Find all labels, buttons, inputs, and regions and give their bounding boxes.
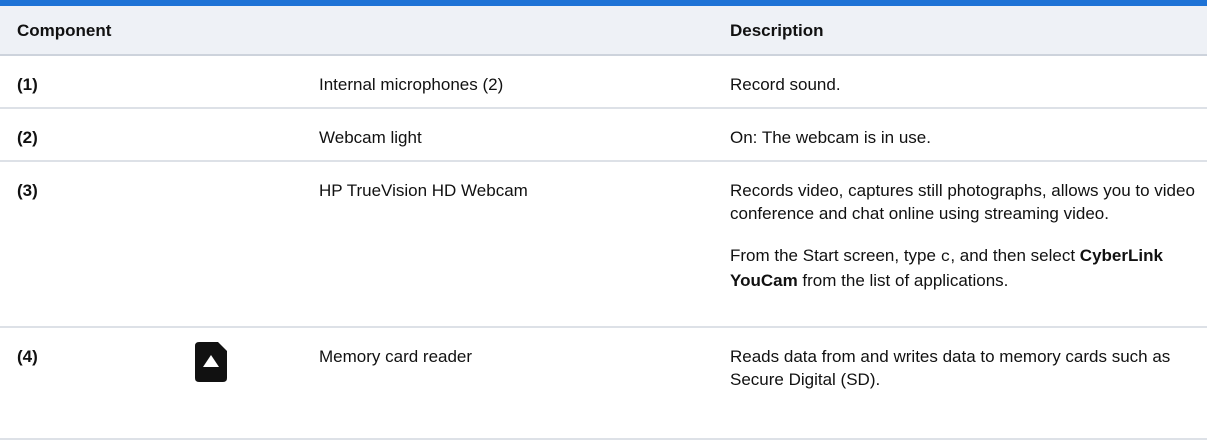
- component-description: Records video, captures still photograph…: [730, 181, 1195, 290]
- table-row: (3) HP TrueVision HD Webcam Records vide…: [0, 162, 1207, 328]
- usage-note: From the Start screen, type c, and then …: [730, 246, 1163, 290]
- component-name: Webcam light: [319, 128, 422, 147]
- row-number: (4): [17, 347, 38, 366]
- table-row: (2) Webcam light On: The webcam is in us…: [0, 109, 1207, 162]
- table-row: (4) Memory card reader Reads data from a…: [0, 328, 1207, 440]
- row-number: (2): [17, 128, 38, 147]
- table-header-row: Component Description: [0, 6, 1207, 56]
- component-description: On: The webcam is in use.: [730, 128, 931, 147]
- component-description: Reads data from and writes data to memor…: [730, 347, 1171, 389]
- component-name: Internal microphones (2): [319, 75, 504, 94]
- component-description: Record sound.: [730, 75, 841, 94]
- row-number: (1): [17, 75, 38, 94]
- row-number: (3): [17, 181, 38, 200]
- table-row: (1) Internal microphones (2) Record soun…: [0, 56, 1207, 109]
- component-name: HP TrueVision HD Webcam: [319, 181, 528, 200]
- typed-key: c: [940, 248, 951, 266]
- header-component: Component: [17, 21, 112, 40]
- component-name: Memory card reader: [319, 347, 473, 366]
- memory-card-icon: [194, 341, 228, 383]
- components-table: Component Description (1) Internal micro…: [0, 0, 1207, 440]
- header-description: Description: [730, 21, 824, 40]
